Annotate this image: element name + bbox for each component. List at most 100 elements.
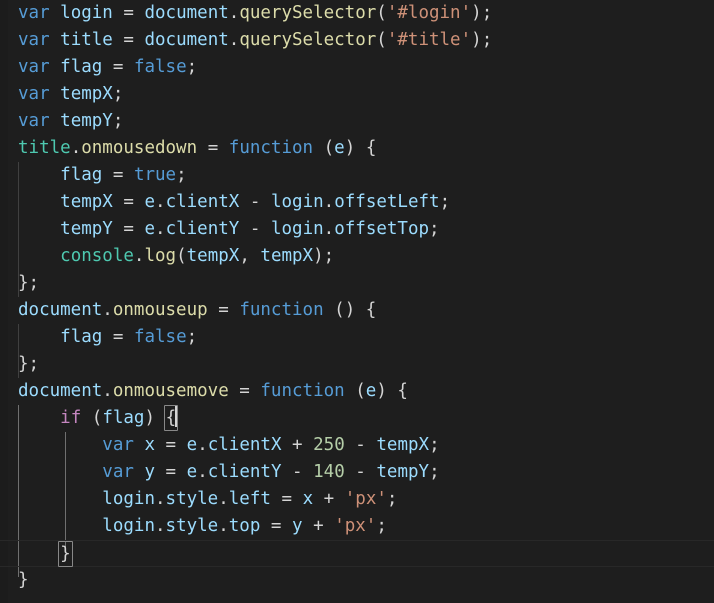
token-property-offsetleft: offsetLeft — [334, 192, 440, 212]
token-dot: . — [154, 516, 166, 536]
code-line-4[interactable]: var tempX; — [0, 81, 714, 108]
token-keyword-var: var — [18, 57, 50, 77]
token-identifier-title: title — [60, 30, 113, 50]
code-line-21[interactable]: } — [0, 540, 714, 567]
token-dot: . — [197, 462, 208, 482]
token-keyword-function: function — [239, 300, 324, 320]
token-paren-close: ) — [344, 300, 356, 320]
token-identifier-tempy: tempY — [60, 111, 113, 131]
code-line-3[interactable]: var flag = false; — [0, 54, 714, 81]
token-keyword-var: var — [18, 84, 50, 104]
token-semicolon: ; — [439, 192, 451, 212]
token-number-250: 250 — [313, 435, 345, 455]
code-line-7[interactable]: flag = true; — [0, 162, 714, 189]
token-operator-minus: - — [292, 462, 303, 482]
token-identifier-login: login — [60, 3, 113, 23]
code-line-5[interactable]: var tempY; — [0, 108, 714, 135]
token-identifier-tempx: tempX — [260, 246, 314, 266]
code-line-11[interactable]: }; — [0, 270, 714, 297]
token-operator-assign: = — [218, 300, 229, 320]
token-operator-assign: = — [281, 489, 293, 509]
token-paren-open: ( — [91, 408, 103, 428]
code-line-17[interactable]: var x = e.clientX + 250 - tempX; — [0, 432, 714, 459]
token-identifier-tempx: tempX — [60, 84, 113, 104]
token-identifier-flag: flag — [60, 165, 103, 185]
code-line-8[interactable]: tempX = e.clientX - login.offsetLeft; — [0, 189, 714, 216]
token-identifier-login: login — [102, 516, 155, 536]
token-paren-open: ( — [323, 138, 335, 158]
token-property-clientx: clientX — [165, 192, 240, 212]
token-param-e: e — [365, 381, 377, 401]
token-operator-minus: - — [355, 435, 366, 455]
token-param-e: e — [186, 462, 198, 482]
bracket-match-close: } — [58, 541, 73, 567]
token-paren-close: ) — [471, 3, 482, 23]
code-line-9[interactable]: tempY = e.clientY - login.offsetTop; — [0, 216, 714, 243]
token-identifier-login: login — [270, 192, 324, 212]
token-operator-assign: = — [123, 219, 134, 239]
token-dot: . — [155, 219, 166, 239]
token-function-log: log — [144, 246, 177, 266]
token-property-clientx: clientX — [207, 435, 282, 455]
token-identifier-title: title — [18, 138, 71, 158]
code-line-1[interactable]: var login = document.querySelector('#log… — [0, 0, 714, 27]
token-dot: . — [154, 489, 166, 509]
token-keyword-false: false — [133, 57, 187, 77]
token-brace-close: } — [18, 570, 29, 590]
token-string-login-selector: '#login' — [386, 3, 472, 23]
code-content[interactable]: var login = document.querySelector('#log… — [0, 0, 714, 603]
token-property-offsettop: offsetTop — [334, 219, 430, 239]
code-line-2[interactable]: var title = document.querySelector('#tit… — [0, 27, 714, 54]
token-dot: . — [102, 300, 113, 320]
token-operator-plus: + — [292, 435, 303, 455]
token-string-title-selector: '#title' — [386, 30, 472, 50]
token-paren-open: ( — [176, 246, 187, 266]
token-dot: . — [323, 192, 335, 212]
token-dot: . — [197, 435, 208, 455]
token-identifier-x: x — [302, 489, 314, 509]
code-line-6[interactable]: title.onmousedown = function (e) { — [0, 135, 714, 162]
token-semicolon: ; — [186, 57, 198, 77]
token-paren-open: ( — [376, 3, 387, 23]
token-keyword-var: var — [18, 30, 50, 50]
code-editor[interactable]: var login = document.querySelector('#log… — [0, 0, 714, 603]
token-operator-assign: = — [165, 462, 177, 482]
token-semicolon: ; — [429, 462, 440, 482]
token-semicolon: ; — [112, 84, 124, 104]
code-line-10[interactable]: console.log(tempX, tempX); — [0, 243, 714, 270]
token-dot: . — [70, 138, 82, 158]
token-comma: , — [239, 246, 250, 266]
code-line-20[interactable]: login.style.top = y + 'px'; — [0, 513, 714, 540]
token-brace-open: { — [397, 381, 408, 401]
code-line-12[interactable]: document.onmouseup = function () { — [0, 297, 714, 324]
token-identifier-y: y — [144, 462, 155, 482]
token-identifier-document: document — [144, 3, 229, 23]
code-line-19[interactable]: login.style.left = x + 'px'; — [0, 486, 714, 513]
code-line-16[interactable]: if (flag) { — [0, 405, 714, 432]
token-operator-assign: = — [239, 381, 250, 401]
token-identifier-login: login — [102, 489, 155, 509]
token-paren-open: ( — [376, 30, 387, 50]
token-control-if: if — [60, 408, 82, 428]
code-line-14[interactable]: }; — [0, 351, 714, 378]
token-identifier-login: login — [270, 219, 324, 239]
token-identifier-document: document — [18, 381, 103, 401]
code-line-15[interactable]: document.onmousemove = function (e) { — [0, 378, 714, 405]
token-dot: . — [102, 381, 113, 401]
token-function-queryselector: querySelector — [239, 30, 377, 50]
token-brace-open: { — [365, 300, 377, 320]
code-line-22[interactable]: } — [0, 567, 714, 594]
token-identifier-x: x — [144, 435, 155, 455]
token-identifier-console: console — [60, 246, 134, 266]
token-identifier-flag: flag — [60, 327, 103, 347]
token-identifier-tempy: tempY — [60, 219, 113, 239]
code-line-18[interactable]: var y = e.clientY - 140 - tempY; — [0, 459, 714, 486]
code-line-13[interactable]: flag = false; — [0, 324, 714, 351]
token-operator-assign: = — [123, 30, 134, 50]
token-identifier-tempx: tempX — [186, 246, 240, 266]
token-operator-assign: = — [112, 165, 124, 185]
token-property-onmousemove: onmousemove — [112, 381, 229, 401]
token-brace-close-semicolon: }; — [18, 354, 40, 374]
token-identifier-tempx: tempX — [376, 435, 430, 455]
token-property-left: left — [228, 489, 271, 509]
